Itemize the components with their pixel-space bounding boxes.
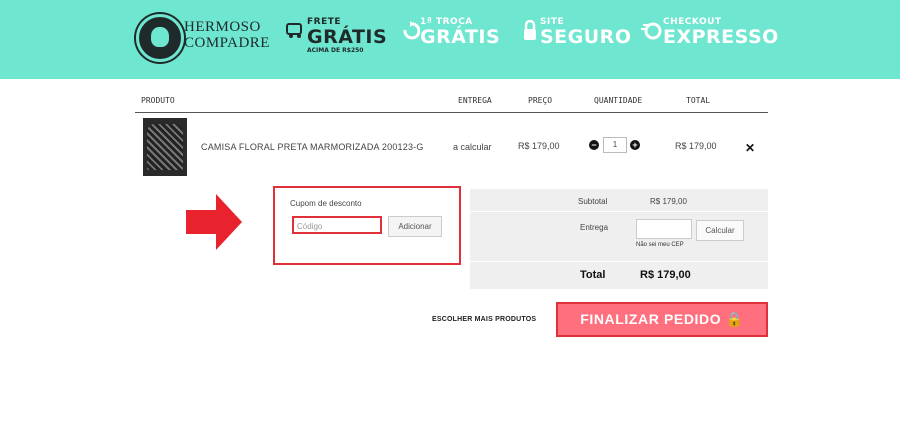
plus-icon[interactable]: + [630, 140, 640, 150]
close-icon[interactable]: ✕ [745, 141, 755, 155]
product-price: R$ 179,00 [518, 141, 560, 151]
product-name[interactable]: CAMISA FLORAL PRETA MARMORIZADA 200123-G [201, 142, 424, 152]
fast-checkout-icon [641, 22, 662, 40]
shipping-label: Entrega [580, 223, 609, 232]
col-total: TOTAL [686, 96, 711, 105]
product-delivery: a calcular [453, 142, 492, 152]
quantity-stepper: − 1 + [589, 137, 641, 155]
col-quantity: QUANTIDADE [594, 96, 643, 105]
continue-shopping-link[interactable]: ESCOLHER MAIS PRODUTOS [432, 316, 536, 323]
perk-free-shipping: FRETE GRÁTIS ACIMA DE R$250 [307, 17, 388, 54]
lock-icon [524, 20, 536, 40]
checkout-button[interactable]: FINALIZAR PEDIDO 🔒 [556, 302, 768, 337]
refresh-icon [403, 21, 420, 40]
cart-row: CAMISA FLORAL PRETA MARMORIZADA 200123-G… [135, 113, 768, 181]
subtotal-label: Subtotal [578, 197, 608, 206]
perk-free-exchange: 1ª TROCA GRÁTIS [420, 17, 501, 48]
total-value: R$ 179,00 [640, 269, 691, 281]
coupon-code-input[interactable]: Código [292, 216, 382, 234]
cep-input[interactable] [636, 219, 692, 239]
top-banner: HERMOSO COMPADRE FRETE GRÁTIS ACIMA DE R… [0, 0, 900, 79]
coupon-title: Cupom de desconto [290, 199, 362, 208]
divider [470, 261, 768, 262]
product-thumbnail[interactable] [143, 118, 187, 176]
total-label: Total [580, 269, 606, 281]
right-arrow-icon [186, 194, 242, 250]
brand-logo[interactable]: HERMOSO COMPADRE [136, 14, 269, 62]
coupon-box: Cupom de desconto Código Adicionar [273, 186, 461, 265]
cep-help-link[interactable]: Não sei meu CEP [636, 242, 684, 248]
apply-coupon-button[interactable]: Adicionar [388, 216, 442, 237]
perk-express-checkout: CHECKOUT EXPRESSO [663, 17, 779, 48]
brand-badge-icon [136, 14, 184, 62]
calculate-shipping-button[interactable]: Calcular [696, 220, 744, 241]
perk-secure-site: SITE SEGURO [540, 17, 632, 48]
quantity-input[interactable]: 1 [603, 137, 627, 153]
minus-icon[interactable]: − [589, 140, 599, 150]
col-delivery: ENTREGA [458, 96, 492, 105]
truck-icon [286, 23, 302, 38]
divider [470, 211, 768, 212]
subtotal-value: R$ 179,00 [650, 197, 687, 206]
col-price: PREÇO [528, 96, 553, 105]
col-product: PRODUTO [141, 96, 175, 105]
cart-table-header: PRODUTO ENTREGA PREÇO QUANTIDADE TOTAL [135, 96, 768, 113]
order-summary: Subtotal R$ 179,00 Entrega Calcular Não … [470, 189, 768, 289]
brand-name: HERMOSO COMPADRE [184, 19, 270, 51]
product-total: R$ 179,00 [675, 141, 717, 151]
